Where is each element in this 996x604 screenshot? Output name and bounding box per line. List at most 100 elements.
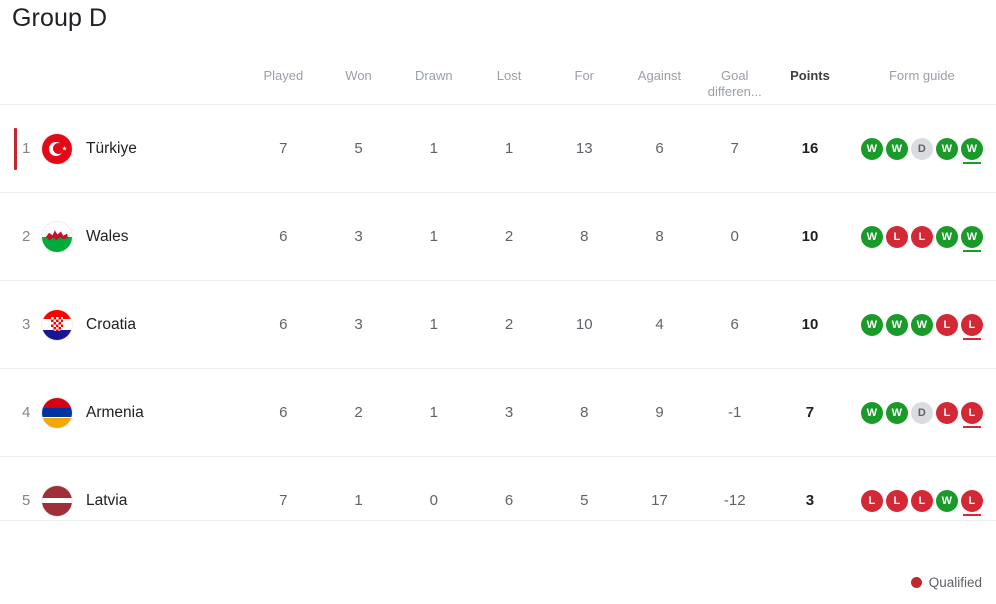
cell-form-guide: WLLWW [848,225,996,252]
form-badge-loss[interactable]: L [885,225,908,248]
form-badge-win[interactable]: W [960,225,983,252]
form-badge-draw[interactable]: D [910,401,933,424]
cell-points: 10 [801,228,819,245]
cell-lost: 2 [504,228,514,245]
rank-label: 1 [22,140,31,157]
cell-drawn: 1 [429,404,438,421]
form-badge-loss[interactable]: L [935,313,958,336]
form-badge-win[interactable]: W [860,137,883,160]
cell-points: 10 [801,316,819,333]
cell-against: 17 [651,492,668,509]
cell-against: 8 [655,228,664,245]
cell-team[interactable]: 5 Latvia [0,485,246,516]
table-row[interactable]: 4 Armenia 6 2 1 3 8 9 -1 7 W W D L L [0,368,996,456]
cell-lost: 6 [504,492,514,509]
form-badge-loss[interactable]: L [910,489,933,512]
cell-goal-difference: -12 [723,492,746,509]
header-cell-goal-difference[interactable]: Goal differen... [697,68,772,100]
cell-team[interactable]: 2 Wales [0,221,246,252]
table-row[interactable]: 5 Latvia 7 1 0 6 5 17 -12 3 L L L W L [0,456,996,544]
flag-armenia-icon [42,397,72,428]
cell-against: 9 [655,404,664,421]
cell-played: 6 [279,228,288,245]
cell-goal-difference: 7 [730,140,739,157]
form-badge-win[interactable]: W [910,313,933,336]
header-cell-against[interactable]: Against [622,68,697,83]
cell-won: 1 [354,492,363,509]
cell-team[interactable]: 3 Croatia [0,309,246,340]
form-badge-win[interactable]: W [860,401,883,424]
form-badge-loss[interactable]: L [960,401,983,428]
cell-goal-difference: 6 [730,316,739,333]
status-dot-icon [910,577,922,588]
flag-wales-icon [42,221,72,252]
cell-drawn: 1 [429,140,438,157]
cell-lost: 3 [504,404,514,421]
header-cell-lost[interactable]: Lost [471,68,546,83]
form-badge-loss[interactable]: L [935,401,958,424]
form-badge-win[interactable]: W [885,137,908,160]
cell-drawn: 0 [429,492,438,509]
standings-table: Played Won Drawn Lost For Against Goal d… [0,56,996,544]
cell-form-guide: WWDWW [848,137,996,164]
cell-team[interactable]: 4 Armenia [0,397,246,428]
cell-form-guide: WWWLL [848,313,996,340]
form-badge-loss[interactable]: L [885,489,908,512]
team-name-label: Wales [86,227,129,245]
header-cell-drawn[interactable]: Drawn [396,68,471,83]
table-body: 1 Türkiye 7 5 1 1 13 6 7 16 W W D W W 2 Wales 6 3 1 2 8 8 0 10 W L… [0,104,996,544]
form-badge-loss[interactable]: L [860,489,883,512]
cell-for: 8 [580,404,589,421]
cell-drawn: 1 [429,228,438,245]
rank-label: 2 [22,228,31,245]
cell-points: 16 [801,140,819,157]
header-cell-form-guide[interactable]: Form guide [848,68,996,83]
rank-label: 4 [22,404,31,421]
cell-won: 2 [354,404,363,421]
team-name-label: Croatia [86,315,136,333]
cell-form-guide: WWDLL [848,401,996,428]
header-cell-won[interactable]: Won [321,68,396,83]
standings-page: Group D Played Won Drawn Lost For Agains… [0,0,996,604]
flag-croatia-icon [42,309,72,340]
page-title: Group D [12,4,108,32]
form-badge-loss[interactable]: L [960,489,983,516]
team-name-label: Armenia [86,403,144,421]
cell-points: 3 [805,492,815,509]
team-name-label: Latvia [86,491,128,509]
form-badge-loss[interactable]: L [910,225,933,248]
form-badge-win[interactable]: W [885,401,908,424]
cell-against: 4 [655,316,664,333]
form-badge-win[interactable]: W [935,489,958,512]
rank-label: 3 [22,316,31,333]
header-cell-played[interactable]: Played [246,68,321,83]
form-badge-win[interactable]: W [935,225,958,248]
cell-for: 5 [580,492,589,509]
cell-lost: 1 [504,140,514,157]
cell-against: 6 [655,140,664,157]
header-cell-goal-difference-line1: Goal [720,68,749,83]
flag-turkiye-icon [42,133,72,164]
form-badge-win[interactable]: W [885,313,908,336]
rank-label: 5 [22,492,31,509]
qualified-indicator [14,127,17,170]
table-row[interactable]: 3 Croatia 6 3 1 2 10 4 6 10 W W W L L [0,280,996,368]
cell-for: 13 [575,140,593,157]
table-header-row: Played Won Drawn Lost For Against Goal d… [0,56,996,104]
form-badge-win[interactable]: W [960,137,983,164]
form-badge-draw[interactable]: D [910,137,933,160]
header-cell-goal-difference-line2: differen... [707,84,762,99]
table-row[interactable]: 2 Wales 6 3 1 2 8 8 0 10 W L L W W [0,192,996,280]
form-badge-win[interactable]: W [935,137,958,160]
form-badge-win[interactable]: W [860,313,883,336]
header-cell-points[interactable]: Points [772,68,847,83]
cell-played: 6 [279,316,288,333]
cell-for: 8 [580,228,589,245]
flag-latvia-icon [42,485,72,516]
table-row[interactable]: 1 Türkiye 7 5 1 1 13 6 7 16 W W D W W [0,104,996,192]
cell-team[interactable]: 1 Türkiye [0,133,246,164]
cell-form-guide: LLLWL [848,489,996,516]
form-badge-win[interactable]: W [860,225,883,248]
header-cell-for[interactable]: For [547,68,622,83]
form-badge-loss[interactable]: L [960,313,983,340]
